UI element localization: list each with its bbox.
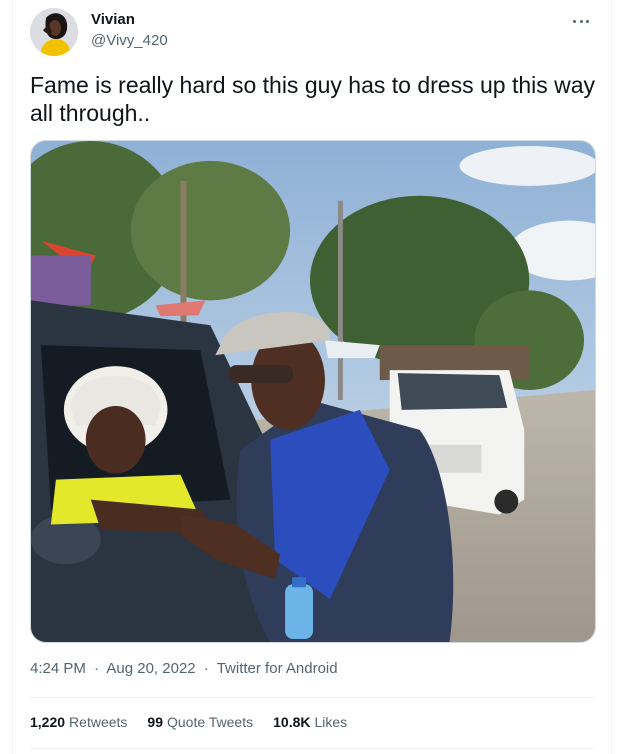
author-name[interactable]: Vivian	[91, 11, 135, 28]
tweet-card: Vivian @Vivy_420 Fame is really hard so …	[12, 0, 612, 754]
more-options-icon[interactable]	[569, 14, 593, 28]
author-avatar[interactable]	[30, 8, 78, 56]
retweets-stat[interactable]: 1,220 Retweets	[30, 714, 127, 734]
dot	[579, 19, 583, 23]
tweet-time[interactable]: 4:24 PM	[30, 660, 86, 677]
dot	[586, 19, 589, 23]
tweet-photo[interactable]	[30, 140, 596, 643]
retweets-label: Retweets	[69, 714, 128, 730]
likes-stat[interactable]: 10.8K Likes	[273, 714, 347, 734]
quote-tweets-count: 99	[147, 714, 163, 730]
tweet-text: Fame is really hard so this guy has to d…	[30, 72, 596, 126]
quote-tweets-label: Quote Tweets	[166, 714, 254, 730]
author-handle[interactable]: @Vivy_420	[91, 32, 168, 49]
meta-separator: ·	[203, 660, 209, 677]
dot	[573, 19, 576, 23]
divider	[30, 748, 596, 749]
tweet-metadata: 4:24 PM · Aug 20, 2022 · Twitter for And…	[30, 660, 338, 677]
tweet-stats: 1,220 Retweets 99 Quote Tweets 10.8K Likes	[30, 714, 347, 734]
likes-count: 10.8K	[273, 714, 311, 730]
divider	[30, 697, 596, 698]
avatar-photo	[30, 8, 78, 56]
tweet-source[interactable]: Twitter for Android	[217, 660, 338, 677]
meta-separator: ·	[94, 660, 100, 677]
quote-tweets-stat[interactable]: 99 Quote Tweets	[147, 714, 253, 734]
retweets-count: 1,220	[30, 714, 66, 730]
tweet-date[interactable]: Aug 20, 2022	[106, 660, 195, 677]
likes-label: Likes	[314, 714, 348, 730]
